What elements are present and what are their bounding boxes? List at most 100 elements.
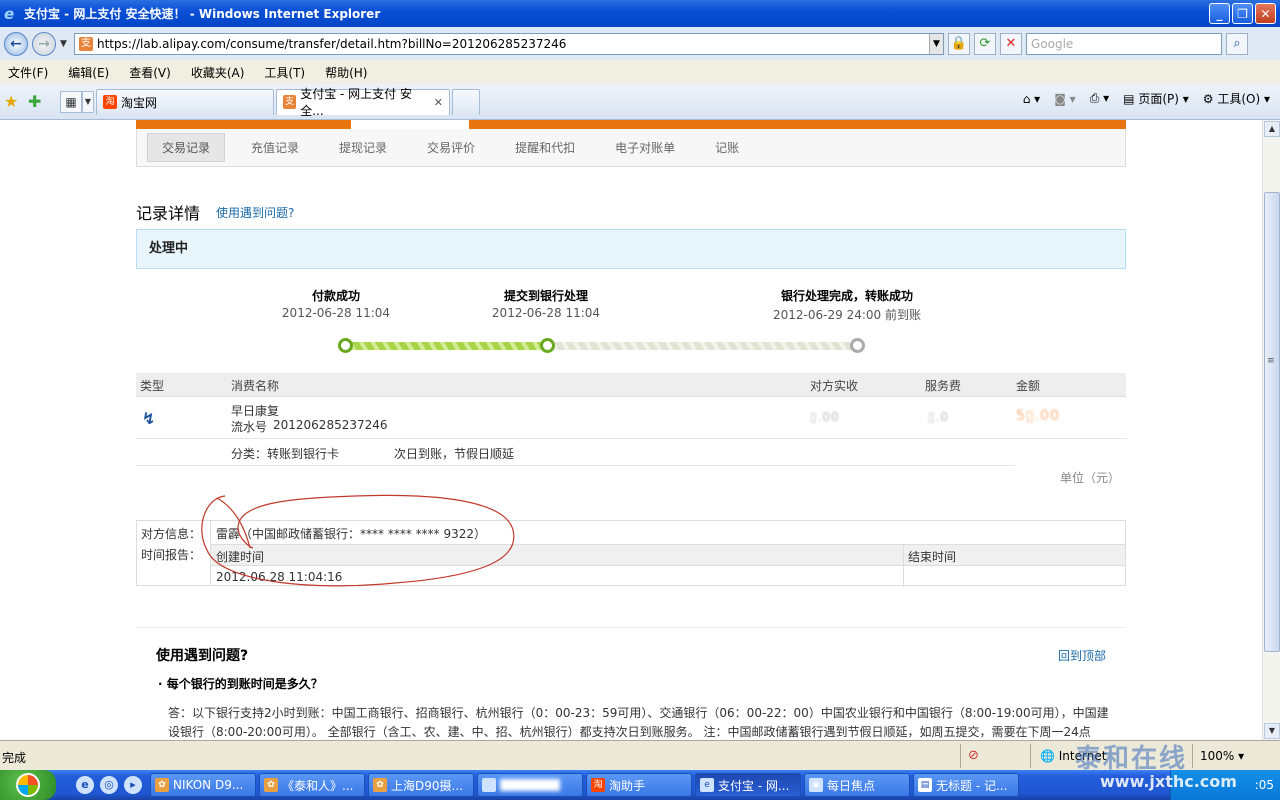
- taskbar-item[interactable]: ✿ 上海D90摄...: [368, 773, 474, 797]
- time-report-label: 时间报告：: [141, 548, 202, 562]
- address-input[interactable]: 支 https://lab.alipay.com/consume/transfe…: [74, 32, 944, 55]
- menu-view[interactable]: 查看(V): [129, 64, 171, 81]
- page-menu[interactable]: ▤ 页面(P) ▾: [1123, 90, 1189, 107]
- col-name: 消费名称: [231, 379, 280, 393]
- tab-alipay[interactable]: 支 支付宝 - 网上支付 安全... ✕: [276, 87, 450, 118]
- time-header-row: 创建时间 结束时间: [210, 544, 1125, 566]
- taskbar-item-label: 上海D90摄...: [391, 778, 463, 793]
- back-button[interactable]: ←: [4, 31, 28, 56]
- scroll-grip-icon: ≡: [1267, 356, 1275, 366]
- menu-bar: 文件(F) 编辑(E) 查看(V) 收藏夹(A) 工具(T) 帮助(H): [0, 60, 1280, 84]
- menu-tools[interactable]: 工具(T): [264, 64, 305, 81]
- watermark-url: www.jxthc.com: [1100, 772, 1237, 791]
- ie-quicklaunch-icon[interactable]: e: [76, 776, 94, 794]
- subnav-reviews[interactable]: 交易评价: [413, 134, 489, 161]
- tab-taobao[interactable]: 淘 淘宝网: [96, 88, 274, 115]
- forward-button[interactable]: →: [32, 31, 56, 56]
- favorites-star-icon[interactable]: ★: [4, 92, 22, 111]
- new-tab-button[interactable]: [452, 88, 480, 115]
- search-input[interactable]: Google: [1026, 32, 1222, 55]
- taskbar-item[interactable]: ✿ NIKON D9...: [150, 773, 256, 797]
- vertical-scrollbar[interactable]: ▲ ≡ ▼: [1262, 120, 1280, 740]
- window-title-bar[interactable]: e 支付宝 - 网上支付 安全快速！ - Windows Internet Ex…: [0, 0, 1280, 27]
- row-name: 早日康复: [231, 404, 280, 418]
- minimize-button[interactable]: _: [1209, 3, 1230, 24]
- help-link[interactable]: 使用遇到问题?: [216, 204, 294, 221]
- record-subnav: 交易记录 充值记录 提现记录 交易评价 提醒和代扣 电子对账单 记账: [136, 129, 1126, 167]
- col-fee: 服务费: [925, 379, 962, 393]
- row-received: ▯.00: [810, 410, 840, 424]
- taskbar-item-label: 无标题 - 记...: [936, 778, 1008, 793]
- subnav-statements[interactable]: 电子对账单: [601, 134, 689, 161]
- created-label: 创建时间: [216, 550, 265, 564]
- menu-file[interactable]: 文件(F): [8, 64, 48, 81]
- browser-quicklaunch-icon[interactable]: ◎: [100, 776, 118, 794]
- app-icon: ✿: [155, 778, 169, 792]
- unit-label: 单位（元）: [1060, 471, 1121, 485]
- menu-edit[interactable]: 编辑(E): [68, 64, 109, 81]
- step-3: 银行处理完成，转账成功 2012-06-29 24:00 前到账: [767, 287, 927, 323]
- tray-clock[interactable]: :05: [1255, 778, 1274, 792]
- start-button[interactable]: [0, 770, 56, 800]
- scroll-up-icon[interactable]: ▲: [1264, 121, 1280, 137]
- security-icon[interactable]: ⊘: [968, 748, 986, 764]
- row-amount: 5▯.00: [1016, 408, 1060, 424]
- feeds-icon[interactable]: ◙ ▾: [1054, 92, 1075, 106]
- subnav-bookkeeping[interactable]: 记账: [701, 134, 753, 161]
- col-received: 对方实收: [810, 379, 859, 393]
- faq-answer: 答：以下银行支持2小时到账：中国工商银行、招商银行、杭州银行（0：00-23：5…: [168, 706, 1109, 739]
- close-window-button[interactable]: ✕: [1255, 3, 1276, 24]
- subnav-recharge[interactable]: 充值记录: [237, 134, 313, 161]
- home-icon[interactable]: ⌂ ▾: [1023, 92, 1040, 106]
- maximize-button[interactable]: ❐: [1232, 3, 1253, 24]
- scroll-thumb[interactable]: [1264, 192, 1280, 652]
- menu-help[interactable]: 帮助(H): [325, 64, 367, 81]
- close-tab-icon[interactable]: ✕: [434, 96, 443, 109]
- url-dropdown-icon[interactable]: ▼: [929, 33, 943, 54]
- history-dropdown-icon[interactable]: ▼: [60, 39, 70, 49]
- watermark-text: 泰和在线: [1075, 744, 1188, 774]
- taskbar-item[interactable]: ✿ 《泰和人》...: [259, 773, 365, 797]
- add-favorite-icon[interactable]: ✚: [28, 92, 46, 111]
- tools-menu[interactable]: ⚙ 工具(O) ▾: [1203, 90, 1270, 107]
- app-icon: [482, 778, 496, 792]
- subnav-transactions[interactable]: 交易记录: [147, 133, 226, 162]
- tab-list-dropdown-icon[interactable]: ▼: [82, 90, 94, 113]
- status-text: 完成: [2, 751, 27, 765]
- row-fee: ▯.0: [928, 410, 950, 424]
- table-header: 类型 消费名称 对方实收 服务费 金额: [136, 373, 1126, 397]
- counterparty-label: 对方信息：: [141, 527, 202, 541]
- quick-tabs-icon[interactable]: ▦: [60, 90, 82, 113]
- taskbar-item[interactable]: 淘淘助手: [586, 773, 692, 797]
- back-to-top-link[interactable]: 回到顶部: [1058, 647, 1106, 664]
- taskbar-item[interactable]: e 支付宝 - 网...: [695, 773, 801, 797]
- subnav-reminders[interactable]: 提醒和代扣: [501, 134, 589, 161]
- col-type: 类型: [140, 379, 165, 393]
- address-toolbar: ← → ▼ 支 https://lab.alipay.com/consume/t…: [0, 27, 1280, 60]
- progress-remaining: [547, 342, 857, 350]
- taskbar-item[interactable]: ▤ 无标题 - 记...: [913, 773, 1019, 797]
- stop-button[interactable]: ✕: [1000, 32, 1022, 55]
- counterparty-cell: 雷霹（中国邮政储蓄银行：**** **** **** 9322）: [210, 521, 1125, 543]
- table-row-category: 分类：转账到银行卡 次日到账，节假日顺延: [136, 439, 1014, 466]
- page-content: 交易记录 充值记录 提现记录 交易评价 提醒和代扣 电子对账单 记账 记录详情 …: [0, 120, 1262, 740]
- taskbar-item[interactable]: ◉ 每日焦点: [804, 773, 910, 797]
- zoom-level[interactable]: 100% ▾: [1200, 749, 1244, 763]
- step-date: 2012-06-29 24:00 前到账: [773, 308, 921, 322]
- media-quicklaunch-icon[interactable]: ▸: [124, 776, 142, 794]
- progress-completed: [345, 342, 547, 350]
- search-icon[interactable]: ⌕: [1226, 32, 1248, 55]
- page-menu-label: 页面(P): [1138, 92, 1179, 106]
- taskbar-item-label: 支付宝 - 网...: [718, 778, 790, 793]
- orange-header-bar: [136, 120, 1126, 129]
- lock-icon[interactable]: 🔒: [948, 32, 970, 55]
- taskbar-item[interactable]: [477, 773, 583, 797]
- print-icon[interactable]: ⎙ ▾: [1090, 91, 1109, 106]
- alipay-favicon-icon: 支: [283, 95, 297, 109]
- col-amount: 金额: [1016, 379, 1041, 393]
- subnav-withdraw[interactable]: 提现记录: [325, 134, 401, 161]
- category-text: 分类：转账到银行卡: [231, 447, 340, 461]
- scroll-down-icon[interactable]: ▼: [1264, 723, 1280, 739]
- refresh-button[interactable]: ⟳: [974, 32, 996, 55]
- menu-favorites[interactable]: 收藏夹(A): [191, 64, 245, 81]
